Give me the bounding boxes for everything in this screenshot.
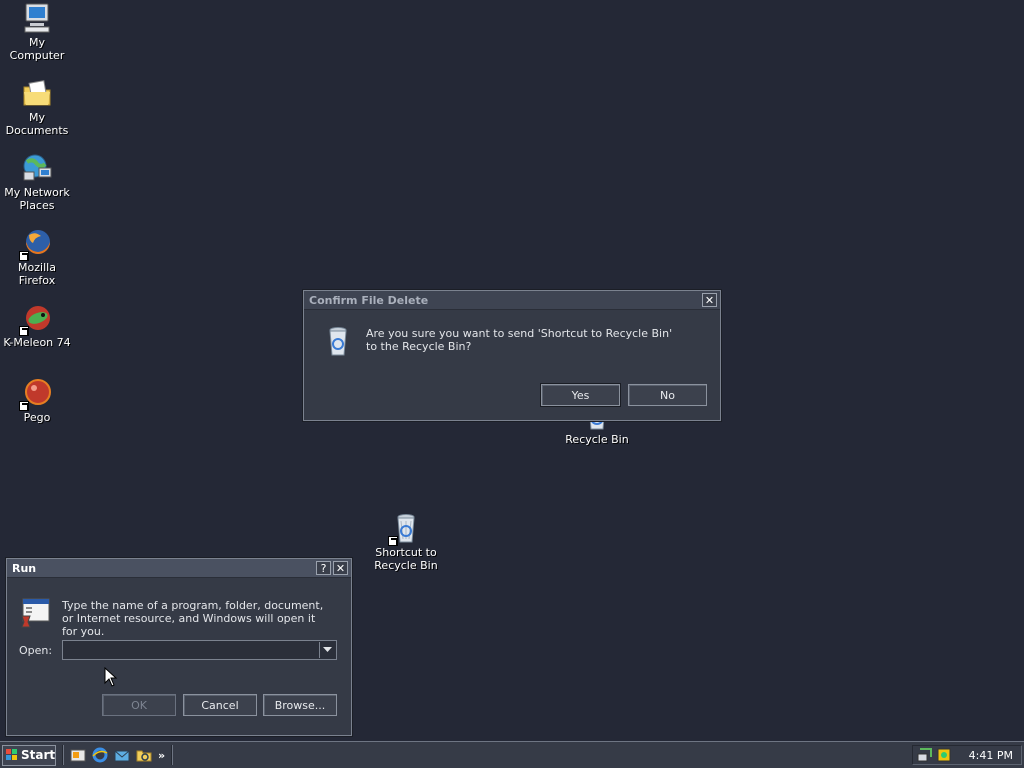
recycle-bin-shortcut-icon [388,512,422,546]
start-button[interactable]: Start [2,744,56,766]
clock[interactable]: 4:41 PM [969,749,1013,762]
dialog-title: Run [12,561,37,575]
shortcut-arrow-icon [19,326,29,336]
network-tray-icon[interactable] [917,747,933,763]
chevron-down-icon[interactable] [319,642,335,658]
my-documents-icon [21,77,53,109]
cancel-button[interactable]: Cancel [183,694,257,716]
run-description: Type the name of a program, folder, docu… [62,599,324,638]
taskbar: Start » 4:41 PM [0,741,1024,768]
outlook-express-icon[interactable] [114,747,130,763]
desktop-icon-my-computer[interactable]: My Computer [0,2,74,62]
confirm-file-delete-dialog: Confirm File Delete ✕ Are you sure you w… [303,290,721,421]
start-label: Start [21,748,56,762]
shortcut-arrow-icon [388,536,398,546]
yes-button[interactable]: Yes [540,383,621,407]
show-desktop-icon[interactable] [70,747,86,763]
windows-logo-icon [6,749,18,761]
quicklaunch-overflow-button[interactable]: » [158,749,165,762]
desktop-icon-label: My Documents [5,111,69,137]
desktop-icon-label: Mozilla Firefox [18,261,56,287]
desktop-icon-recycle-bin-shortcut[interactable]: Shortcut to Recycle Bin [369,512,443,572]
run-dialog: Run ? ✕ Type the name of a program, fold… [6,558,352,736]
security-tray-icon[interactable] [936,747,952,763]
network-places-icon [21,152,53,184]
open-combobox[interactable] [62,640,337,660]
kmeleon-icon [19,302,53,336]
desktop-icon-label: My Network Places [4,186,70,212]
confirm-message: Are you sure you want to send 'Shortcut … [366,327,673,353]
recycle-bin-icon [322,325,354,357]
desktop-icon-network-places[interactable]: My Network Places [0,152,74,212]
desktop-icon-pego[interactable]: Pego [0,377,74,424]
desktop-icon-label: Pego [23,411,51,424]
desktop-icon-label: K-Meleon 74 [3,336,71,349]
mouse-cursor-icon [104,666,118,687]
run-dialog-titlebar[interactable]: Run ? ✕ [7,559,351,578]
my-computer-icon [21,2,53,34]
shortcut-arrow-icon [19,251,29,261]
desktop-icon-firefox[interactable]: Mozilla Firefox [0,227,74,287]
desktop-icon-my-documents[interactable]: My Documents [0,77,74,137]
pego-icon [19,377,53,411]
search-folder-icon[interactable] [136,747,152,763]
help-button[interactable]: ? [316,561,331,575]
confirm-dialog-titlebar[interactable]: Confirm File Delete ✕ [304,291,720,310]
desktop-icon-kmeleon[interactable]: K-Meleon 74 [0,302,74,349]
open-label: Open: [19,644,53,657]
close-button[interactable]: ✕ [702,293,717,307]
internet-explorer-icon[interactable] [92,747,108,763]
desktop-icon-label: Shortcut to Recycle Bin [374,546,438,572]
no-button[interactable]: No [628,384,707,406]
close-button[interactable]: ✕ [333,561,348,575]
run-program-icon [19,596,51,628]
browse-button[interactable]: Browse... [263,694,337,716]
desktop-icon-label: My Computer [9,36,65,62]
shortcut-arrow-icon [19,401,29,411]
system-tray: 4:41 PM [912,745,1022,765]
firefox-icon [19,227,53,261]
taskbar-separator [62,745,64,765]
desktop-icon-label: Recycle Bin [565,433,629,446]
dialog-title: Confirm File Delete [309,293,429,307]
ok-button[interactable]: OK [102,694,176,716]
taskbar-separator [171,745,174,765]
